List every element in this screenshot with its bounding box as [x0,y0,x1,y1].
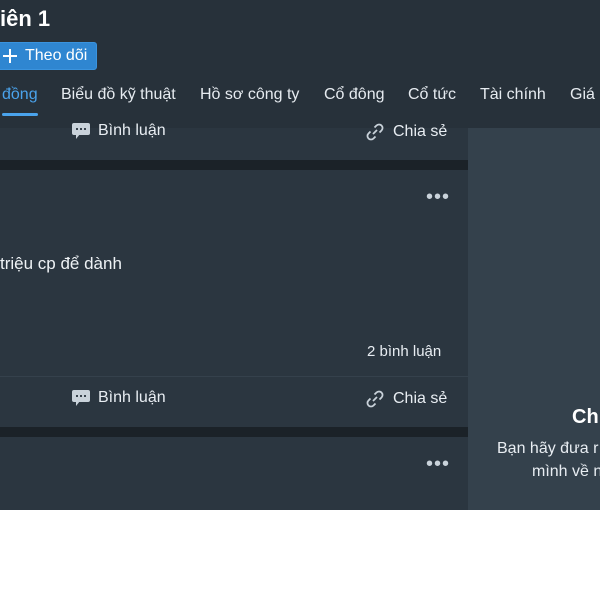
blank-area [0,510,600,600]
tab-price[interactable]: Giá [570,86,595,116]
tab-dividends[interactable]: Cổ tức [408,86,456,116]
link-icon [366,390,384,408]
sidebar-title: Ch [572,406,599,428]
more-options-icon[interactable]: ••• [426,187,450,207]
share-label: Chia sẻ [393,123,448,140]
comment-icon [72,123,90,139]
tab-discussion[interactable]: đồng [2,86,38,116]
follow-button[interactable]: Theo dõi [0,42,98,70]
share-button[interactable]: Chia sẻ [365,122,447,142]
tab-company-profile[interactable]: Hồ sơ công ty [200,86,299,116]
post-feed [0,128,468,510]
comment-button[interactable]: Bình luận [72,122,166,140]
follow-label: Theo dõi [25,47,88,64]
post-separator [0,376,468,377]
page-title: iên 1 [0,6,51,31]
post-divider [0,160,468,170]
app-viewport: iên 1 Theo dõi đồng Biểu đồ kỹ thuật Hồ … [0,0,600,510]
share-label: Chia sẻ [393,390,448,407]
tab-financials[interactable]: Tài chính [480,86,546,116]
link-icon [366,123,384,141]
more-options-icon[interactable]: ••• [426,454,450,474]
tab-shareholders[interactable]: Cổ đông [324,86,385,116]
comment-label: Bình luận [98,389,166,406]
post-text: triệu cp để dành [0,254,122,273]
share-button[interactable]: Chia sẻ [365,389,447,409]
stock-header: iên 1 Theo dõi đồng Biểu đồ kỹ thuật Hồ … [0,0,600,128]
comment-icon [72,390,90,406]
comment-label: Bình luận [98,122,166,139]
sidebar-text-line1: Bạn hãy đưa r [497,440,599,457]
comments-count[interactable]: 2 bình luận [367,343,441,360]
post-divider [0,427,468,437]
tab-technical-chart[interactable]: Biểu đồ kỹ thuật [61,86,176,116]
comment-button[interactable]: Bình luận [72,389,166,407]
sidebar-text-line2: mình về n [532,463,600,480]
plus-icon [3,49,17,63]
